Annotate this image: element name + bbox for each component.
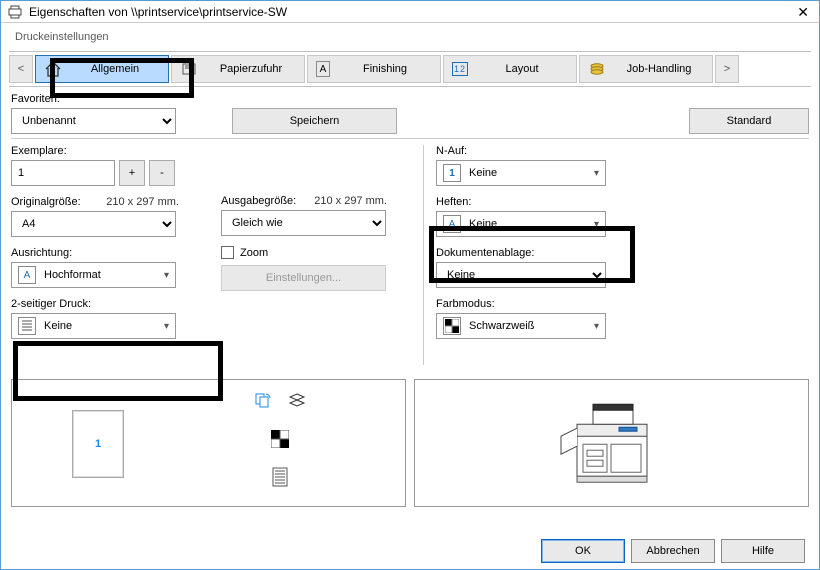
home-icon (44, 60, 62, 78)
chevron-down-icon: ▾ (594, 321, 599, 332)
favorites-select[interactable]: Unbenannt (11, 108, 176, 134)
document-tray-select[interactable]: Keine (436, 262, 606, 288)
close-button[interactable]: ✕ (793, 5, 813, 19)
tab-label: Layout (476, 63, 568, 75)
zoom-label: Zoom (240, 247, 268, 259)
layout-12-icon: 12 (452, 62, 468, 76)
tab-finishing[interactable]: A Finishing (307, 55, 441, 83)
nup-select[interactable]: 1 Keine▾ (436, 160, 606, 186)
tab-allgemein[interactable]: Allgemein (35, 55, 169, 83)
document-tray-label: Dokumentenablage: (436, 247, 636, 259)
settings-tab-label[interactable]: Druckeinstellungen (1, 23, 819, 47)
stack-icon[interactable] (286, 390, 308, 412)
tab-label: Allgemein (70, 63, 160, 75)
help-button[interactable]: Hilfe (721, 539, 805, 563)
printer-icon (7, 4, 23, 20)
copies-input[interactable] (11, 160, 115, 186)
original-size-select[interactable]: A4 (11, 211, 176, 237)
duplex-label: 2-seitiger Druck: (11, 298, 221, 310)
paper-tray-icon (180, 60, 198, 78)
orientation-select[interactable]: A Hochformat▾ (11, 262, 176, 288)
page-thumbnail: 1 (72, 410, 124, 478)
favorites-label: Favoriten: (11, 93, 809, 105)
copies-minus-button[interactable]: - (149, 160, 175, 186)
tab-scroll-left[interactable]: < (9, 55, 33, 83)
tab-label: Papierzufuhr (206, 63, 296, 75)
portrait-icon: A (18, 266, 36, 284)
copies-plus-button[interactable]: + (119, 160, 145, 186)
chevron-down-icon: ▾ (594, 219, 599, 230)
duplex-select[interactable]: Keine▾ (11, 313, 176, 339)
document-a-icon: A (443, 215, 461, 233)
nup-1-icon: 1 (443, 164, 461, 182)
staple-select[interactable]: A Keine▾ (436, 211, 606, 237)
copies-label: Exemplare: (11, 145, 221, 157)
preview-mode-icons (252, 390, 308, 488)
zoom-checkbox[interactable] (221, 246, 234, 259)
dialog-body: < Allgemein Papierzufuhr A Finishing 12 … (1, 47, 819, 507)
color-mode-select[interactable]: Schwarzweiß▾ (436, 313, 606, 339)
tab-job-handling[interactable]: Job-Handling (579, 55, 713, 83)
ok-button[interactable]: OK (541, 539, 625, 563)
tab-scroll-right[interactable]: > (715, 55, 739, 83)
chevron-down-icon: ▾ (594, 168, 599, 179)
document-a-icon: A (316, 61, 330, 77)
orientation-label: Ausrichtung: (11, 247, 221, 259)
bw-icon (443, 317, 461, 335)
output-size-select[interactable]: Gleich wie (221, 210, 386, 236)
pages-rotate-icon[interactable] (252, 390, 274, 412)
cancel-button[interactable]: Abbrechen (631, 539, 715, 563)
staple-label: Heften: (436, 196, 636, 208)
color-mode-label: Farbmodus: (436, 298, 636, 310)
printer-preview-pane (414, 379, 809, 507)
output-size-hint: 210 x 297 mm. (314, 195, 387, 207)
page-lines-icon[interactable] (269, 466, 291, 488)
tab-label: Job-Handling (614, 63, 704, 75)
coins-icon (588, 60, 606, 78)
page-lines-icon (18, 317, 36, 335)
preview-row: 1 (11, 379, 809, 507)
zoom-settings-button: Einstellungen... (221, 265, 386, 291)
chevron-down-icon: ▾ (164, 321, 169, 332)
titlebar: Eigenschaften von \\printservice\printse… (1, 1, 819, 23)
bw-swatch-icon[interactable] (269, 428, 291, 450)
dialog-footer: OK Abbrechen Hilfe (541, 539, 805, 563)
category-tabstrip: < Allgemein Papierzufuhr A Finishing 12 … (9, 51, 811, 87)
window-title: Eigenschaften von \\printservice\printse… (29, 5, 793, 19)
save-button[interactable]: Speichern (232, 108, 397, 134)
tab-label: Finishing (338, 63, 432, 75)
original-size-hint: 210 x 297 mm. (106, 196, 179, 208)
printer-illustration-icon (547, 384, 677, 497)
chevron-down-icon: ▾ (164, 270, 169, 281)
page-preview-pane: 1 (11, 379, 406, 507)
tab-layout[interactable]: 12 Layout (443, 55, 577, 83)
standard-button[interactable]: Standard (689, 108, 809, 134)
tab-papierzufuhr[interactable]: Papierzufuhr (171, 55, 305, 83)
nup-label: N-Auf: (436, 145, 636, 157)
printer-properties-window: Eigenschaften von \\printservice\printse… (0, 0, 820, 570)
